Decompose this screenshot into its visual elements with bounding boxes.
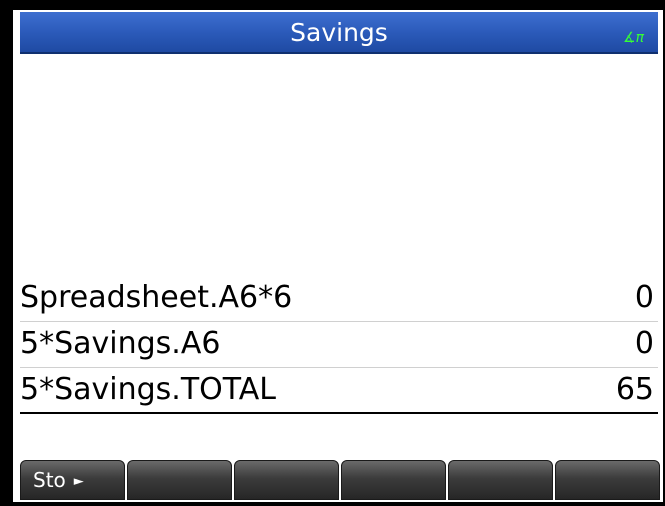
history-result: 0: [634, 326, 654, 361]
history-entry[interactable]: 5*Savings.TOTAL 65: [20, 368, 658, 414]
history-result: 65: [615, 372, 654, 407]
angle-mode-indicator: ∡π: [623, 30, 644, 46]
menu-key-3[interactable]: [234, 460, 339, 500]
sto-menu-key[interactable]: Sto ►: [20, 460, 125, 500]
history-entry[interactable]: 5*Savings.A6 0: [20, 322, 658, 368]
menu-key-2[interactable]: [127, 460, 232, 500]
right-arrow-icon: ►: [73, 474, 84, 489]
history-expression: 5*Savings.TOTAL: [20, 372, 276, 407]
calculator-screen: Savings ∡π Spreadsheet.A6*6 0 5*Savings.…: [13, 10, 663, 502]
history-entry[interactable]: Spreadsheet.A6*6 0: [20, 276, 658, 322]
menu-key-6[interactable]: [555, 460, 660, 500]
soft-menu-bar: Sto ►: [20, 460, 660, 500]
history-list: Spreadsheet.A6*6 0 5*Savings.A6 0 5*Savi…: [20, 276, 658, 414]
calculator-frame: Savings ∡π Spreadsheet.A6*6 0 5*Savings.…: [0, 0, 665, 506]
history-expression: Spreadsheet.A6*6: [20, 280, 293, 315]
menu-key-4[interactable]: [341, 460, 446, 500]
title-bar: Savings ∡π: [20, 12, 658, 54]
app-title: Savings: [290, 18, 388, 47]
menu-key-5[interactable]: [448, 460, 553, 500]
history-expression: 5*Savings.A6: [20, 326, 221, 361]
history-result: 0: [634, 280, 654, 315]
menu-key-label: Sto: [33, 468, 66, 492]
